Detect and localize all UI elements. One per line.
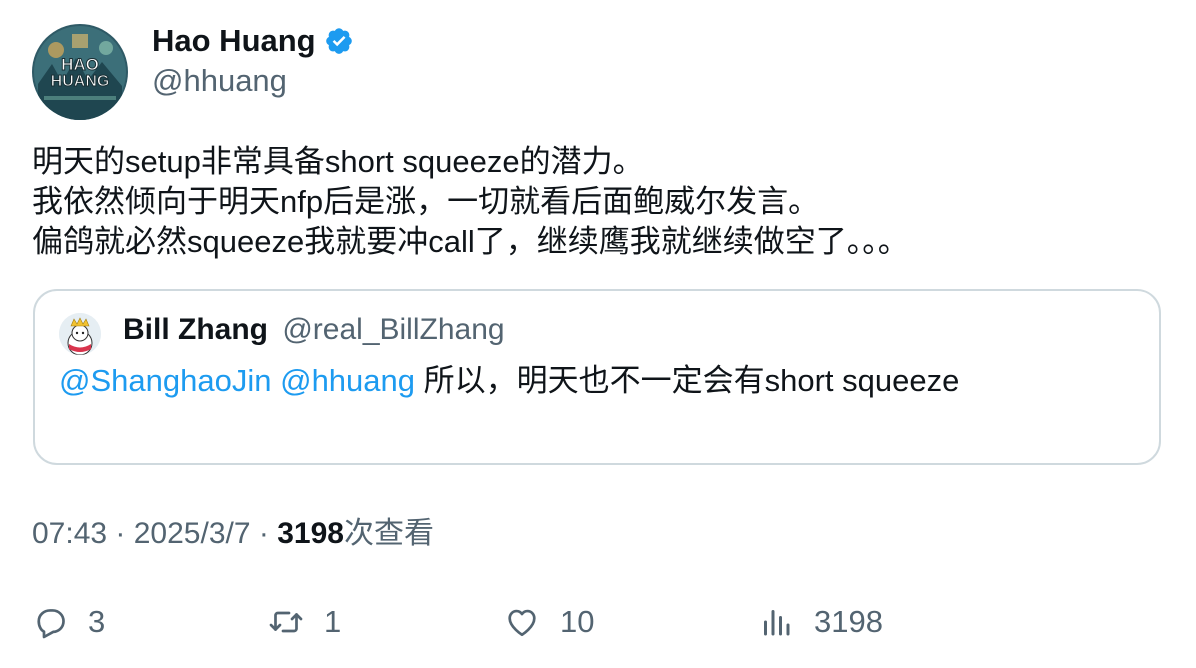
meta-separator: · <box>250 517 278 550</box>
quote-author-name[interactable]: Bill Zhang <box>123 313 268 346</box>
quote-header: Bill Zhang @real_BillZhang <box>123 311 505 349</box>
views-button[interactable]: 3198 <box>758 600 883 644</box>
action-bar: 3 1 10 3198 <box>0 600 1196 644</box>
quote-author-handle[interactable]: @real_BillZhang <box>282 313 504 346</box>
views-action-count: 3198 <box>814 604 883 639</box>
tweet-text: 明天的setup非常具备short squeeze的潜力。 我依然倾向于明天nf… <box>32 142 1162 262</box>
tweet-line: 我依然倾向于明天nfp后是涨，一切就看后面鲍威尔发言。 <box>32 184 820 219</box>
mention-link[interactable]: @ShanghaoJin <box>59 363 271 398</box>
tweet-meta: 07:43 · 2025/3/7 · 3198次查看 <box>32 514 434 554</box>
retweet-icon <box>269 611 303 633</box>
analytics-icon <box>764 610 790 636</box>
views-label: 次查看 <box>343 517 434 550</box>
avatar-text-huang: HUANG <box>51 73 110 90</box>
views-count: 3198 <box>277 517 344 550</box>
like-button[interactable]: 10 <box>504 600 594 644</box>
tweet-line: 偏鸽就必然squeeze我就要冲call了，继续鹰我就继续做空了。。。 <box>32 224 909 259</box>
author-name-text[interactable]: Hao Huang <box>152 22 316 60</box>
retweet-button[interactable]: 1 <box>268 600 341 644</box>
reply-count: 3 <box>88 604 106 639</box>
reply-button[interactable]: 3 <box>32 600 105 644</box>
heart-icon <box>508 609 536 637</box>
avatar-text-hao: HAO <box>61 55 99 74</box>
tweet-line: 明天的setup非常具备short squeeze的潜力。 <box>32 144 644 179</box>
quote-author-avatar[interactable] <box>59 313 101 355</box>
author-handle[interactable]: @hhuang <box>152 62 287 100</box>
like-count: 10 <box>560 604 595 639</box>
quote-text: @ShanghaoJin @hhuang 所以，明天也不一定会有short sq… <box>59 361 959 401</box>
retweet-count: 1 <box>324 604 342 639</box>
quoted-tweet-card[interactable]: Bill Zhang @real_BillZhang @ShanghaoJin … <box>33 289 1161 465</box>
author-avatar[interactable]: HAO HUANG <box>32 24 128 120</box>
tweet-time[interactable]: 07:43 <box>32 517 107 550</box>
meta-separator: · <box>107 517 134 550</box>
mention-link[interactable]: @hhuang <box>280 363 415 398</box>
reply-icon <box>37 609 65 639</box>
author-name[interactable]: Hao Huang <box>152 22 354 60</box>
quote-body-text: 所以，明天也不一定会有short squeeze <box>415 363 960 398</box>
tweet-date[interactable]: 2025/3/7 <box>134 517 251 550</box>
verified-badge-icon <box>324 26 354 56</box>
